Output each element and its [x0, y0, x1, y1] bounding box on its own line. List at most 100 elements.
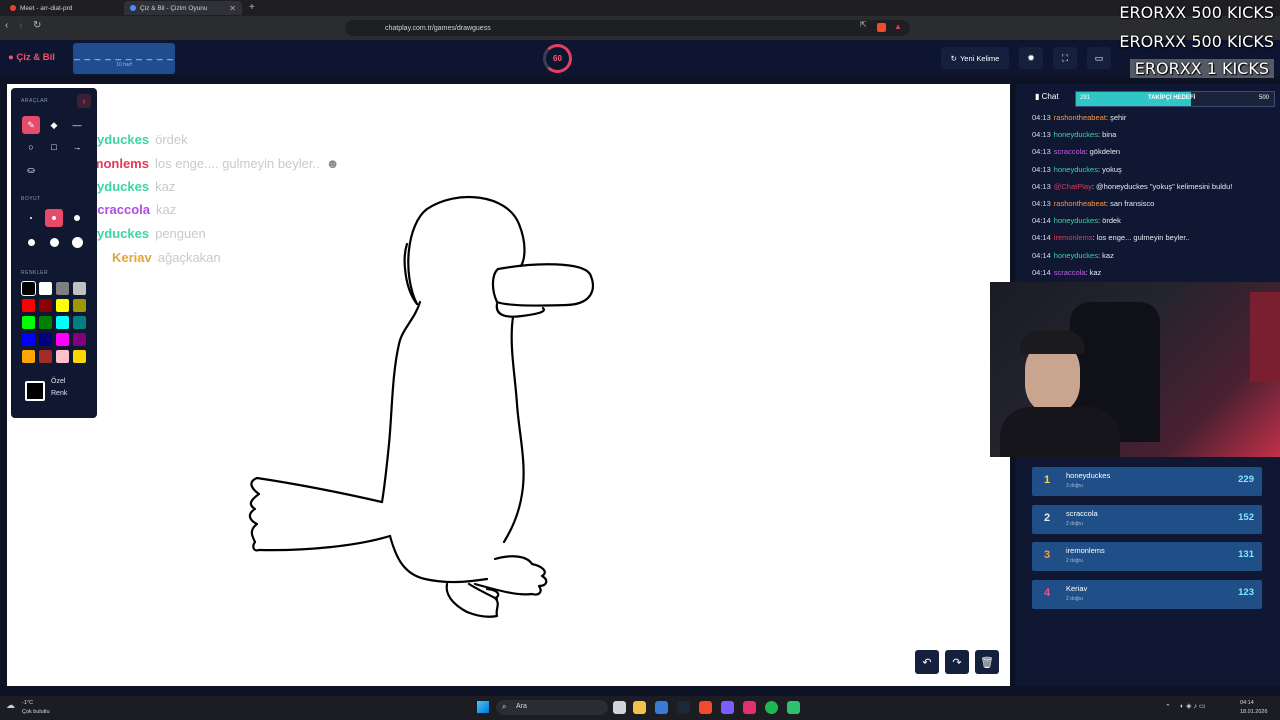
eraser-tool-icon[interactable]: ◆: [45, 116, 63, 134]
chat-username[interactable]: honeyduckes: [1054, 216, 1098, 225]
forward-icon[interactable]: ›: [19, 20, 22, 31]
size-s-button[interactable]: [45, 209, 63, 227]
color-swatch[interactable]: [21, 281, 36, 296]
drawing-front-stroke: [502, 315, 525, 544]
color-swatch[interactable]: [56, 282, 69, 295]
line-tool-icon[interactable]: —: [68, 116, 86, 134]
tab-title: Meet - arr-diat-prd: [20, 4, 73, 12]
arrow-tool-icon[interactable]: →: [68, 138, 86, 156]
fill-bucket-icon[interactable]: ⛀: [22, 161, 40, 179]
brave-shield-icon[interactable]: [877, 23, 886, 32]
color-swatch[interactable]: [73, 299, 86, 312]
color-swatch[interactable]: [56, 316, 69, 329]
color-swatch[interactable]: [22, 350, 35, 363]
trash-icon[interactable]: 🗑: [975, 650, 999, 674]
guess-text: penguen: [155, 226, 206, 241]
tab-meet[interactable]: Meet - arr-diat-prd: [4, 1, 122, 15]
color-swatch[interactable]: [73, 282, 86, 295]
leader-name: iremonlems: [1066, 546, 1105, 555]
chat-username[interactable]: rashontheabeat: [1054, 199, 1106, 208]
discord-icon[interactable]: [721, 701, 734, 714]
chat-tab[interactable]: ▮ Chat: [1035, 92, 1059, 101]
clock-date: 18.01.2026: [1240, 709, 1268, 715]
url-field[interactable]: chatplay.com.tr/games/drawguess: [345, 20, 910, 36]
color-swatch[interactable]: [56, 333, 69, 346]
collapse-panel-icon[interactable]: ‹: [77, 94, 91, 108]
rewards-icon[interactable]: ▲: [894, 22, 902, 31]
color-swatch[interactable]: [39, 299, 52, 312]
color-swatch[interactable]: [39, 350, 52, 363]
chat-bubble-icon: ▮: [1035, 92, 1040, 101]
brave-icon[interactable]: [699, 701, 712, 714]
leader-score: 152: [1238, 511, 1254, 523]
settings-icon[interactable]: ✹: [1019, 47, 1043, 69]
color-swatch[interactable]: [56, 299, 69, 312]
chat-text: : gökdelen: [1085, 147, 1121, 157]
size-m-button[interactable]: [68, 209, 86, 227]
color-swatch[interactable]: [39, 282, 52, 295]
undo-icon[interactable]: ↶: [915, 650, 939, 674]
color-swatch[interactable]: [73, 316, 86, 329]
chat-username[interactable]: @ChatPlay: [1054, 182, 1092, 191]
chat-message: 04:13 honeyduckes: yokuş: [1032, 165, 1122, 174]
color-swatch[interactable]: [73, 350, 86, 363]
size-l-button[interactable]: [22, 233, 40, 251]
app-logo[interactable]: ● Çiz & Bil: [8, 52, 55, 63]
color-swatch[interactable]: [56, 350, 69, 363]
redo-icon[interactable]: ↷: [945, 650, 969, 674]
tray-chevron-icon[interactable]: ⌃: [1165, 703, 1171, 711]
guess-text: kaz: [155, 179, 176, 194]
tray-icons[interactable]: ◐ ◈ ♪ ▭: [1180, 702, 1206, 710]
chat-message: 04:13 scraccola: gökdelen: [1032, 147, 1120, 156]
fullscreen-icon[interactable]: ⛶: [1053, 47, 1077, 69]
color-swatch[interactable]: [22, 299, 35, 312]
taskbar-search[interactable]: Ara: [496, 700, 608, 715]
task-view-icon[interactable]: [613, 701, 626, 714]
keyboard-icon[interactable]: ▭: [1087, 47, 1111, 69]
tools-heading: ARAÇLAR: [21, 98, 49, 104]
close-tab-icon[interactable]: ✕: [229, 4, 236, 13]
meet-favicon-icon: [10, 5, 16, 11]
leaderboard-row: 1 honeyduckes 3 doğru 229: [1032, 467, 1262, 496]
file-explorer-icon[interactable]: [633, 701, 646, 714]
reload-icon[interactable]: ↻: [33, 20, 41, 31]
windows-start-icon[interactable]: [477, 701, 489, 713]
new-word-button[interactable]: ↻ Yeni Kelime: [941, 47, 1009, 69]
share-icon[interactable]: ⇱: [860, 20, 867, 29]
app-icon[interactable]: [787, 701, 800, 714]
new-tab-icon[interactable]: +: [249, 2, 255, 13]
store-icon[interactable]: [655, 701, 668, 714]
weather-text: Çok bulutlu: [22, 709, 50, 715]
color-swatch[interactable]: [73, 333, 86, 346]
color-swatch[interactable]: [39, 333, 52, 346]
search-icon: ⌕: [502, 702, 507, 711]
spotify-icon[interactable]: [765, 701, 778, 714]
chat-username[interactable]: iremonlems: [1054, 233, 1093, 242]
steam-icon[interactable]: [677, 701, 690, 714]
color-swatch[interactable]: [39, 316, 52, 329]
color-swatch[interactable]: [22, 333, 35, 346]
chat-username[interactable]: honeyduckes: [1054, 251, 1098, 260]
skull-emoji-icon: ☻: [325, 156, 340, 171]
circle-tool-icon[interactable]: ○: [22, 138, 40, 156]
chat-username[interactable]: rashontheabeat: [1054, 113, 1106, 122]
custom-color-picker[interactable]: [25, 381, 45, 401]
color-swatch[interactable]: [22, 316, 35, 329]
guess-text: los enge.... gulmeyin beyler..: [154, 156, 320, 171]
size-xxl-button[interactable]: [68, 233, 86, 251]
logo-text: Çiz & Bil: [16, 52, 55, 63]
chat-username[interactable]: scraccola: [1054, 268, 1086, 277]
instagram-icon[interactable]: [743, 701, 756, 714]
tab-drawguess[interactable]: Çiz & Bil - Çizim Oyunu ✕: [124, 1, 242, 15]
chat-username[interactable]: scraccola: [1054, 147, 1086, 156]
chat-username[interactable]: honeyduckes: [1054, 130, 1098, 139]
chat-username[interactable]: honeyduckes: [1054, 165, 1098, 174]
size-xs-button[interactable]: [22, 209, 40, 227]
pen-tool-icon[interactable]: ✎: [22, 116, 40, 134]
chat-text: : san fransisco: [1105, 199, 1155, 208]
size-xl-button[interactable]: [45, 233, 63, 251]
rectangle-tool-icon[interactable]: □: [45, 138, 63, 156]
back-icon[interactable]: ‹: [5, 20, 8, 31]
custom-color-label: Renk: [51, 390, 68, 397]
drawing-head-left-stroke: [403, 242, 419, 306]
